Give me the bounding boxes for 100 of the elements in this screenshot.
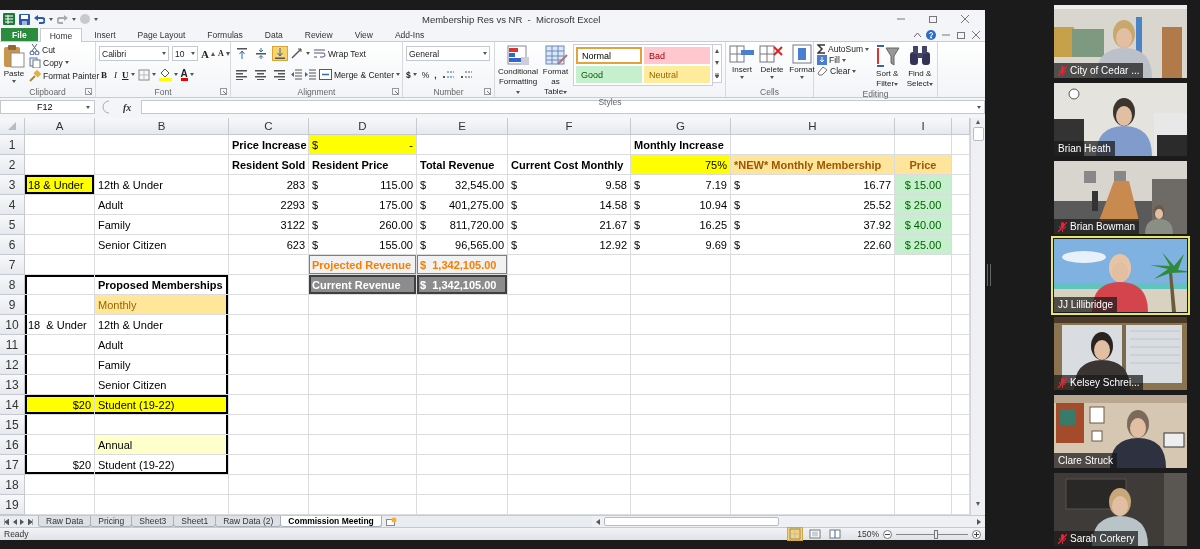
sheet-cell[interactable] bbox=[417, 475, 508, 495]
sheet-cell[interactable] bbox=[25, 335, 95, 355]
sheet-cell[interactable]: 18 & Under bbox=[25, 175, 95, 195]
sheet-cell[interactable] bbox=[895, 355, 952, 375]
vertical-scrollbar[interactable] bbox=[970, 118, 985, 515]
sheet-cell[interactable]: Family bbox=[95, 355, 229, 375]
row-header[interactable]: 14 bbox=[0, 395, 25, 415]
wrap-text-button[interactable]: Wrap Text bbox=[313, 48, 366, 59]
sort-filter-button[interactable]: Sort & Filter bbox=[872, 44, 902, 89]
select-all-button[interactable] bbox=[0, 118, 25, 135]
sheet-cell[interactable] bbox=[895, 275, 952, 295]
sheet-cell[interactable]: $ 401,275.00 bbox=[417, 195, 508, 215]
decrease-indent-button[interactable] bbox=[291, 69, 302, 80]
italic-button[interactable]: I bbox=[112, 69, 119, 80]
row-header[interactable]: 9 bbox=[0, 295, 25, 315]
row-header[interactable]: 8 bbox=[0, 275, 25, 295]
sheet-cell[interactable]: 3122 bbox=[229, 215, 309, 235]
sheet-cell[interactable]: 75% bbox=[631, 155, 731, 175]
row-header[interactable]: 12 bbox=[0, 355, 25, 375]
row-header[interactable]: 6 bbox=[0, 235, 25, 255]
sheet-cell[interactable]: $ 811,720.00 bbox=[417, 215, 508, 235]
sheet-cell[interactable] bbox=[631, 355, 731, 375]
sheet-cell[interactable] bbox=[309, 335, 417, 355]
insert-function-button[interactable]: fx bbox=[119, 100, 136, 114]
sheet-cell[interactable] bbox=[417, 315, 508, 335]
orientation-button[interactable] bbox=[291, 48, 310, 59]
sheet-cell[interactable] bbox=[25, 255, 95, 275]
sheet-cell[interactable] bbox=[508, 295, 631, 315]
number-format-dropdown[interactable]: General bbox=[406, 46, 490, 61]
row-header[interactable]: 3 bbox=[0, 175, 25, 195]
row-header[interactable]: 5 bbox=[0, 215, 25, 235]
sheet-cell[interactable] bbox=[417, 355, 508, 375]
sheet-cell[interactable]: Student (19-22) bbox=[95, 395, 229, 415]
row-header[interactable]: 16 bbox=[0, 435, 25, 455]
sheet-cell[interactable] bbox=[508, 255, 631, 275]
copy-button[interactable]: Copy bbox=[29, 57, 100, 68]
sheet-cell[interactable]: $ 9.58 bbox=[508, 175, 631, 195]
horizontal-align-button[interactable] bbox=[234, 67, 250, 82]
cell-style-option[interactable]: Good bbox=[576, 66, 642, 83]
sheet-cell[interactable]: $ 15.00 bbox=[895, 175, 952, 195]
sheet-cell[interactable] bbox=[229, 295, 309, 315]
sheet-cell[interactable]: $ 14.58 bbox=[508, 195, 631, 215]
sheet-cell[interactable] bbox=[25, 195, 95, 215]
sheet-cell[interactable]: Proposed Memberships bbox=[95, 275, 229, 295]
scrollbar-thumb[interactable] bbox=[972, 127, 984, 141]
sheet-cell[interactable] bbox=[731, 435, 895, 455]
sheet-cell[interactable] bbox=[229, 315, 309, 335]
sheet-cell[interactable]: Total Revenue bbox=[417, 155, 508, 175]
sheet-cell[interactable] bbox=[731, 395, 895, 415]
sheet-cell[interactable]: $ 21.67 bbox=[508, 215, 631, 235]
row-header[interactable]: 11 bbox=[0, 335, 25, 355]
formula-input[interactable] bbox=[141, 100, 985, 114]
borders-button[interactable] bbox=[137, 68, 156, 81]
video-tile[interactable]: City of Cedar ... bbox=[1054, 5, 1187, 78]
sheet-cell[interactable] bbox=[631, 455, 731, 475]
sheet-cell[interactable] bbox=[25, 475, 95, 495]
sheet-cell[interactable] bbox=[508, 315, 631, 335]
cut-button[interactable]: Cut bbox=[29, 44, 100, 55]
sheet-cell[interactable] bbox=[731, 375, 895, 395]
grow-font-button[interactable]: A bbox=[201, 47, 215, 60]
sheet-cell[interactable]: Monthly bbox=[95, 295, 229, 315]
row-header[interactable]: 13 bbox=[0, 375, 25, 395]
fill-button[interactable]: Fill bbox=[817, 55, 869, 65]
ribbon-tab[interactable]: Data bbox=[254, 28, 293, 41]
ribbon-tab[interactable]: Home bbox=[39, 28, 83, 42]
sheet-cell[interactable] bbox=[309, 395, 417, 415]
zoom-in-button[interactable] bbox=[972, 529, 981, 539]
row-header[interactable]: 10 bbox=[0, 315, 25, 335]
sheet-cell[interactable]: $ 175.00 bbox=[309, 195, 417, 215]
sheet-cell[interactable] bbox=[631, 435, 731, 455]
conditional-formatting-button[interactable]: Conditional Formatting bbox=[498, 44, 539, 97]
format-as-table-button[interactable]: Format as Table bbox=[542, 44, 569, 97]
sheet-cell[interactable] bbox=[631, 475, 731, 495]
ribbon-tab[interactable]: File bbox=[1, 28, 38, 41]
font-name-dropdown[interactable]: Calibri bbox=[99, 46, 169, 61]
sheet-cell[interactable]: $ 12.92 bbox=[508, 235, 631, 255]
sheet-cell[interactable] bbox=[731, 315, 895, 335]
sheet-cell[interactable]: $ 16.77 bbox=[731, 175, 895, 195]
sheet-cell[interactable] bbox=[309, 315, 417, 335]
sheet-cell[interactable]: $ 25.00 bbox=[895, 235, 952, 255]
sheet-cell[interactable] bbox=[417, 135, 508, 155]
sheet-cell[interactable]: $ 260.00 bbox=[309, 215, 417, 235]
sheet-cell[interactable]: Student (19-22) bbox=[95, 455, 229, 475]
sheet-cell[interactable] bbox=[95, 255, 229, 275]
percent-button[interactable]: % bbox=[421, 69, 430, 80]
sheet-cell[interactable] bbox=[895, 435, 952, 455]
sheet-cell[interactable] bbox=[25, 415, 95, 435]
sheet-cell[interactable] bbox=[25, 135, 95, 155]
sheet-cell[interactable] bbox=[895, 455, 952, 475]
cell-style-option[interactable]: Normal bbox=[576, 47, 642, 64]
ribbon-tab[interactable]: Formulas bbox=[197, 28, 253, 41]
sheet-cell[interactable] bbox=[229, 395, 309, 415]
sheet-cell[interactable] bbox=[731, 455, 895, 475]
clear-button[interactable]: Clear bbox=[817, 66, 869, 76]
sheet-cell[interactable] bbox=[309, 475, 417, 495]
paste-button[interactable]: Paste bbox=[3, 44, 25, 83]
sheet-cell[interactable]: Annual bbox=[95, 435, 229, 455]
sheet-cell[interactable]: $ 16.25 bbox=[631, 215, 731, 235]
increase-decimal-button[interactable] bbox=[441, 69, 455, 80]
sheet-cell[interactable] bbox=[309, 375, 417, 395]
